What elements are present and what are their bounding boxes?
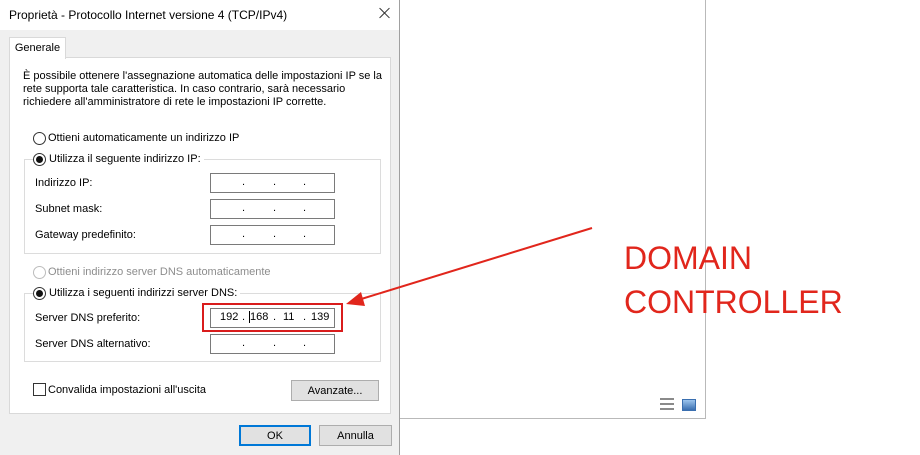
annotation-line-2: CONTROLLER	[624, 284, 843, 320]
dns-manual-radio[interactable]	[33, 287, 46, 300]
ip-manual-radio[interactable]	[33, 153, 46, 166]
annotation-line-1: DOMAIN	[624, 240, 752, 276]
annotation-text: DOMAIN CONTROLLER	[624, 236, 843, 324]
annotation-arrow	[346, 227, 593, 306]
tab-generale[interactable]: Generale	[9, 37, 66, 59]
ip-manual-label[interactable]: Utilizza il seguente indirizzo IP:	[46, 153, 204, 165]
dns-manual-label[interactable]: Utilizza i seguenti indirizzi server DNS…	[46, 287, 241, 299]
